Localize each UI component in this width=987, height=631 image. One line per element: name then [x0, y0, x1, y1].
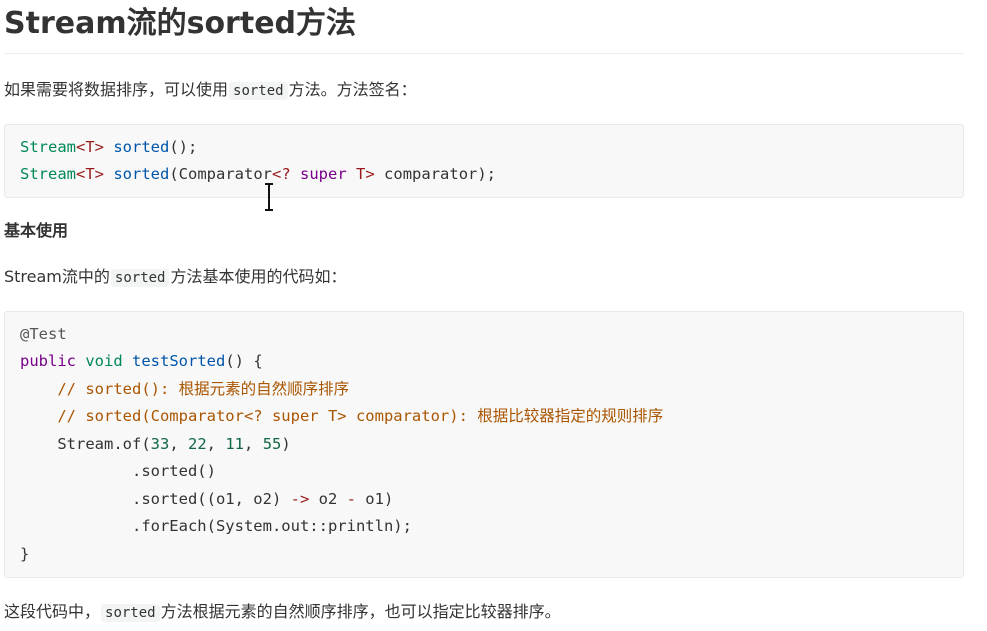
sig2-generic: <T>	[76, 165, 104, 183]
code-line-sorted: .sorted()	[20, 458, 216, 485]
comment-2: // sorted(Comparator<? super T> comparat…	[57, 407, 664, 425]
arrow-operator: ->	[290, 490, 310, 508]
signature-line-1: Stream<T> sorted();	[20, 134, 197, 161]
sig1-tail: ();	[169, 138, 198, 156]
sep-3: ,	[244, 435, 263, 453]
sep-1: ,	[169, 435, 188, 453]
sig1-generic: <T>	[76, 138, 104, 156]
sig2-super-keyword: super	[300, 165, 347, 183]
comment-1: // sorted(): 根据元素的自然顺序排序	[57, 380, 350, 398]
method-name: testSorted	[132, 352, 226, 370]
text-cursor-icon	[265, 183, 273, 211]
intro-text-before: 如果需要将数据排序，可以使用	[4, 80, 229, 99]
foreach-call: .forEach(System.out::println);	[131, 517, 412, 535]
annotation: @Test	[20, 325, 67, 343]
usage-paragraph: Stream流中的 sorted 方法基本使用的代码如：	[4, 264, 347, 291]
outro-text-after: 方法根据元素的自然顺序排序，也可以指定比较器排序。	[160, 602, 561, 621]
sig2-type-param: T>	[356, 165, 375, 183]
lambda-body-a: o2	[309, 490, 347, 508]
sig2-method: sorted	[113, 165, 170, 183]
code-line-comment-2: // sorted(Comparator<? super T> comparat…	[20, 403, 663, 430]
usage-inline-code: sorted	[110, 269, 170, 287]
sig2-space	[104, 165, 113, 183]
code-line-foreach: .forEach(System.out::println);	[20, 513, 412, 540]
page-title: Stream流的sorted方法	[4, 6, 357, 41]
stream-of: Stream.of(	[57, 435, 151, 453]
code-line-comment-1: // sorted(): 根据元素的自然顺序排序	[20, 376, 349, 403]
outro-paragraph: 这段代码中， sorted 方法根据元素的自然顺序排序，也可以指定比较器排序。	[4, 599, 561, 626]
sig2-type: Stream	[20, 165, 76, 183]
usage-text-after: 方法基本使用的代码如：	[170, 267, 347, 286]
outro-inline-code: sorted	[101, 604, 160, 622]
code-line-closing-brace: }	[20, 541, 29, 568]
code-line-annotation: @Test	[20, 321, 67, 348]
signature-line-2: Stream<T> sorted(Comparator<? super T> c…	[20, 161, 496, 188]
sig1-method: sorted	[113, 138, 170, 156]
num-4: 55	[262, 435, 282, 453]
code-line-stream-of: Stream.of(33, 22, 11, 55)	[20, 431, 291, 458]
intro-text-after: 方法。方法签名：	[288, 80, 417, 99]
section-heading: 基本使用	[4, 221, 69, 240]
sig2-space-3	[347, 165, 356, 183]
sig2-tail: comparator);	[374, 165, 497, 183]
kw-void: void	[85, 352, 123, 370]
close-paren: )	[281, 435, 291, 453]
lambda-body-b: o1)	[355, 490, 394, 508]
code-line-method-signature: public void testSorted() {	[20, 348, 263, 375]
sep-2: ,	[206, 435, 226, 453]
sig1-space	[104, 138, 113, 156]
minus-operator: -	[346, 490, 356, 508]
kw-public: public	[20, 352, 76, 370]
closing-brace: }	[20, 545, 30, 563]
title-divider	[4, 53, 964, 54]
code-line-sorted-lambda: .sorted((o1, o2) -> o2 - o1)	[20, 486, 393, 513]
num-3: 11	[225, 435, 245, 453]
num-1: 33	[150, 435, 170, 453]
sig2-space-2	[291, 165, 300, 183]
document: Stream流的sorted方法 如果需要将数据排序，可以使用 sorted 方法。…	[0, 0, 987, 631]
intro-paragraph: 如果需要将数据排序，可以使用 sorted 方法。方法签名：	[4, 77, 417, 104]
outro-text-before: 这段代码中，	[4, 602, 101, 621]
sig2-wildcard: <?	[272, 165, 291, 183]
sorted-call: .sorted()	[131, 462, 216, 480]
intro-inline-code: sorted	[229, 82, 288, 100]
sig2-param-type: (Comparator	[169, 165, 272, 183]
signature-code-block: Stream<T> sorted(); Stream<T> sorted(Com…	[4, 124, 964, 198]
sig1-type: Stream	[20, 138, 76, 156]
example-code-block: @Test public void testSorted() { // sort…	[4, 311, 964, 578]
method-tail: () {	[225, 352, 263, 370]
num-2: 22	[188, 435, 207, 453]
usage-text-before: Stream流中的	[4, 267, 110, 286]
sorted-lambda-open: .sorted((o1, o2)	[131, 490, 291, 508]
